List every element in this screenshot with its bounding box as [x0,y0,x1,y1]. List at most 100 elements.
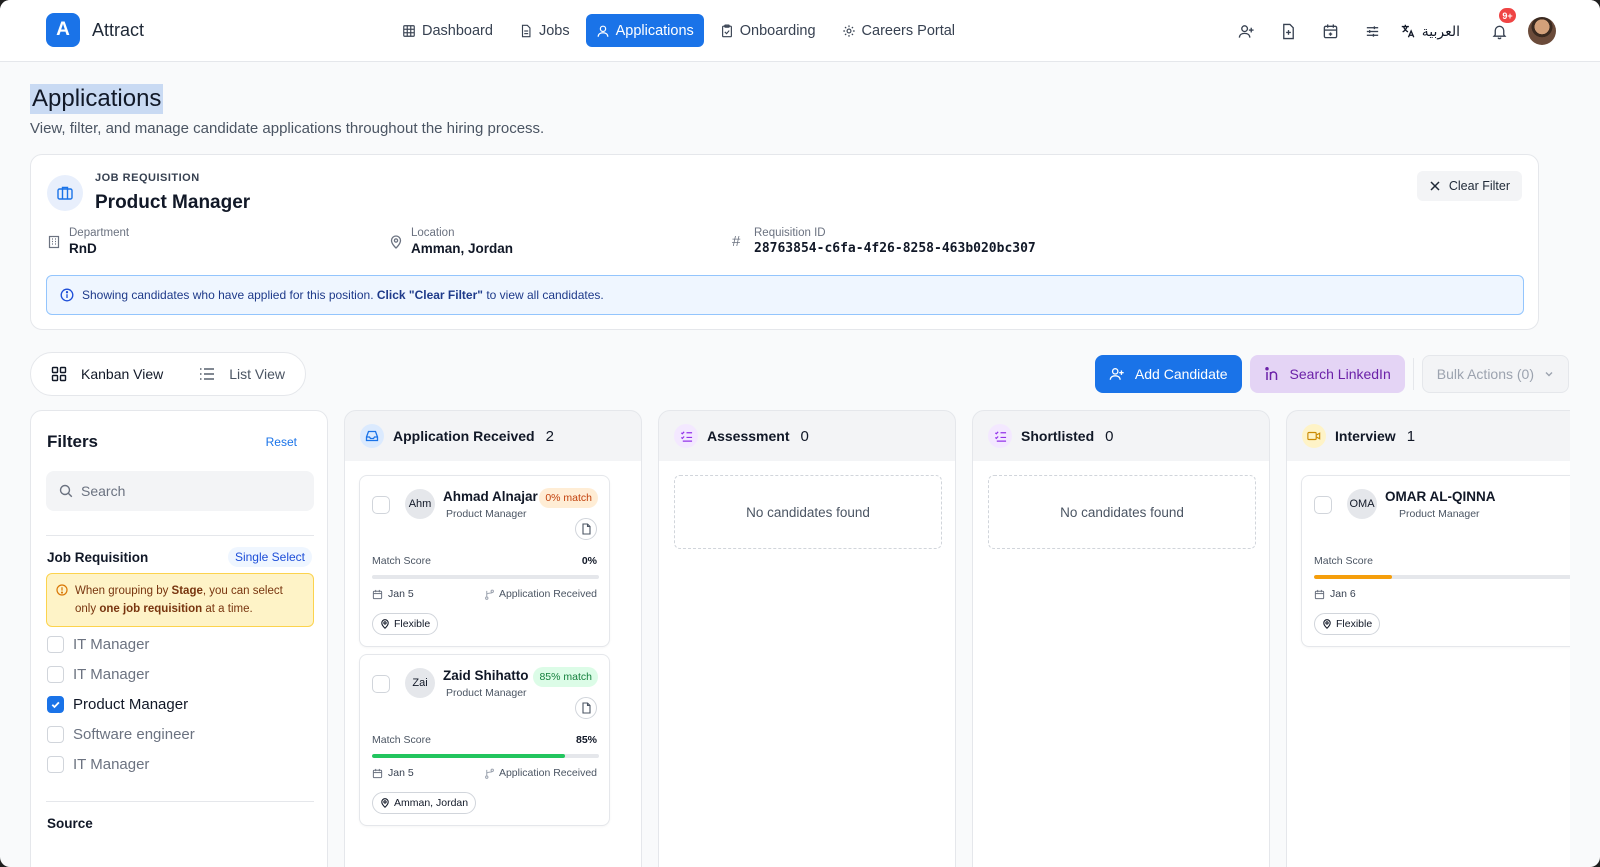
branch-icon [484,768,494,779]
candidate-name[interactable]: Zaid Shihatto [443,668,529,683]
app-logo[interactable]: A [46,13,80,47]
filter-option[interactable]: IT Manager [47,666,149,683]
location-chip-value: Flexible [1336,618,1373,630]
applied-date-value: Jan 5 [388,588,414,600]
column-title: Shortlisted [1021,428,1095,444]
column-count: 0 [800,427,809,445]
chevron-down-icon [1545,372,1553,377]
candidate-name[interactable]: Ahmad Alnajar [443,489,538,504]
filter-option-label: Software engineer [73,726,195,743]
add-user-icon[interactable] [1226,16,1268,46]
add-candidate-label: Add Candidate [1134,366,1228,382]
applied-date-value: Jan 5 [388,767,414,779]
resume-icon[interactable] [575,697,597,719]
filter-option-label: IT Manager [73,666,150,683]
checkbox[interactable] [372,675,390,693]
add-user-icon [1109,368,1124,380]
filters-reset-link[interactable]: Reset [266,435,297,449]
kanban-column-application-received: Application Received 2 Ahm Ahmad Alnajar… [344,410,642,867]
filter-option[interactable]: Product Manager [47,696,188,713]
applied-date: Jan 5 [372,588,414,600]
avatar: OMA [1347,489,1377,519]
job-requisition-heading: Job Requisition [47,550,149,565]
column-header: Application Received 2 [345,411,641,461]
list-view-label: List View [229,366,286,382]
source-heading: Source [47,816,93,831]
column-body: Ahm Ahmad Alnajar Product Manager 0% mat… [345,461,641,867]
location-label: Location [411,227,455,239]
filters-search-input[interactable]: Search [46,471,314,511]
column-title: Application Received [393,428,535,444]
job-requisition-card: JOB REQUISITION Product Manager Clear Fi… [30,154,1539,330]
column-body: OMA OMAR AL-QINNA Product Manager Match … [1287,461,1570,867]
location-chip-value: Flexible [394,618,431,630]
page-title: Applications [30,84,164,114]
candidate-card[interactable]: Ahm Ahmad Alnajar Product Manager 0% mat… [359,475,610,647]
info-text-bold: Click "Clear Filter" [376,288,483,302]
view-toggle: Kanban View List View [30,352,306,396]
gear-icon [842,24,855,37]
column-header: Shortlisted 0 [973,411,1269,461]
bell-icon[interactable]: 9+ [1478,8,1520,46]
filter-option[interactable]: IT Manager [47,636,149,653]
nav-careers-portal-label: Careers Portal [861,22,956,39]
column-body: No candidates found [973,461,1269,867]
search-linkedin-button[interactable]: Search LinkedIn [1249,355,1405,393]
filter-option[interactable]: Software engineer [47,726,195,743]
bulk-actions-button[interactable]: Bulk Actions (0) [1421,355,1569,393]
document-icon [521,24,531,37]
sliders-icon[interactable] [1352,16,1394,46]
nav-dashboard-label: Dashboard [422,22,493,39]
app-name: Attract [92,20,145,40]
kanban-icon [51,366,67,382]
kanban-view-button[interactable]: Kanban View [51,366,163,382]
applied-date-value: Jan 6 [1330,588,1356,600]
resume-icon[interactable] [575,518,597,540]
checkbox[interactable] [47,756,64,773]
checkbox-checked[interactable] [47,696,64,713]
clear-filter-button[interactable]: Clear Filter [1416,171,1522,201]
checkbox[interactable] [47,666,64,683]
checkbox[interactable] [47,726,64,743]
filter-option-label: IT Manager [73,756,150,773]
candidate-card[interactable]: OMA OMAR AL-QINNA Product Manager Match … [1301,475,1570,647]
filters-title: Filters [47,432,99,451]
nav-applications[interactable]: Applications [585,14,704,47]
filter-option[interactable]: IT Manager [47,756,149,773]
clear-filter-label: Clear Filter [1448,179,1510,193]
column-body: No candidates found [659,461,955,867]
filter-option-label: IT Manager [73,636,150,653]
candidate-name[interactable]: OMAR AL-QINNA [1385,489,1496,504]
location-value: Amman, Jordan [411,241,514,256]
search-icon [59,484,73,498]
match-score-label: Match Score [372,555,431,567]
match-score-bar [372,575,599,579]
video-icon [1302,424,1326,448]
add-document-icon[interactable] [1268,16,1310,46]
stage-value: Application Received [498,767,597,779]
checkbox[interactable] [47,636,64,653]
candidate-card[interactable]: Zai Zaid Shihatto Product Manager 85% ma… [359,654,610,826]
filters-divider [46,801,314,802]
nav-careers-portal[interactable]: Careers Portal [832,14,965,47]
checkbox[interactable] [372,496,390,514]
calendar-icon[interactable] [1310,16,1352,46]
nav-applications-label: Applications [615,22,694,39]
add-candidate-button[interactable]: Add Candidate [1094,355,1242,393]
requisition-kicker: JOB REQUISITION [95,172,200,184]
checkbox[interactable] [1314,496,1332,514]
nav-jobs[interactable]: Jobs [509,14,580,47]
language-switcher[interactable]: العربية [1400,23,1460,40]
warning-icon [56,584,68,596]
nav-dashboard[interactable]: Dashboard [392,14,503,47]
list-icon [200,368,215,380]
calendar-icon [372,589,383,599]
list-view-button[interactable]: List View [199,366,285,382]
map-pin-icon [381,798,389,808]
nav-onboarding[interactable]: Onboarding [710,14,826,47]
location-chip: Flexible [1314,613,1381,635]
search-linkedin-label: Search LinkedIn [1289,366,1391,382]
user-avatar[interactable] [1528,17,1556,45]
single-select-badge: Single Select [227,547,312,567]
check-icon [51,701,60,709]
